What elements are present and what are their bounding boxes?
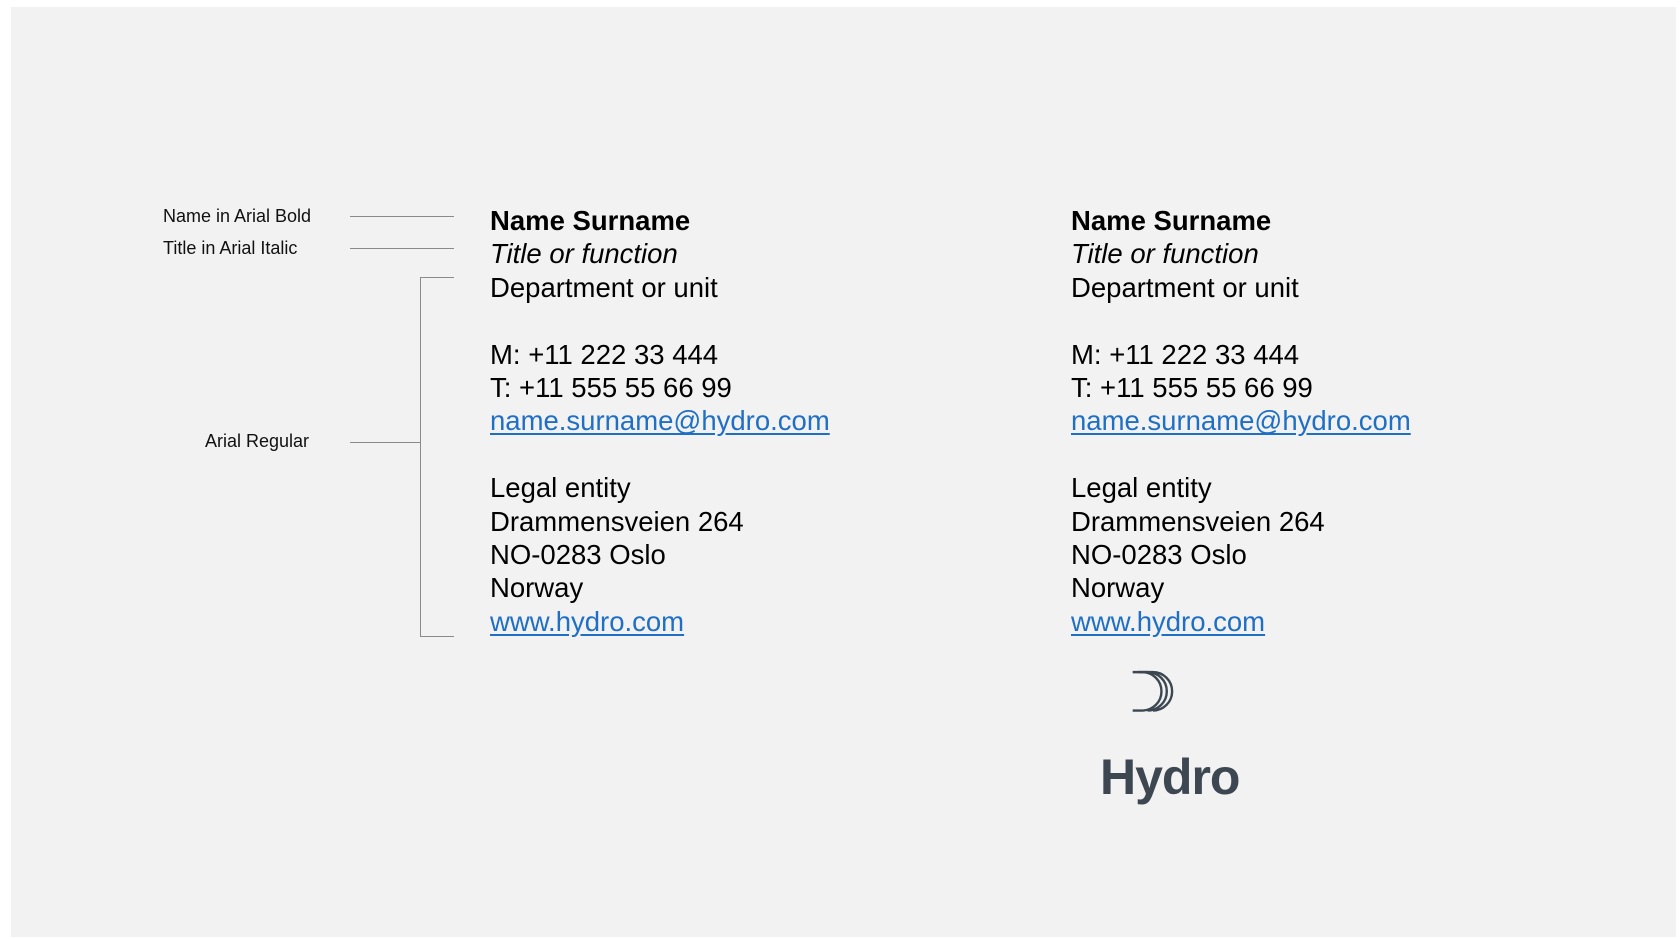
signature-example-left: Name Surname Title or function Departmen… [490,204,830,638]
signature-legal-entity: Legal entity [490,472,631,504]
signature-website-link[interactable]: www.hydro.com [490,606,684,637]
signature-phone: T: +11 555 55 66 99 [1071,371,1313,403]
signature-email-link[interactable]: name.surname@hydro.com [1071,405,1411,436]
annotation-body-style: Arial Regular [205,431,310,451]
signature-name: Name Surname [490,205,691,236]
signature-department: Department or unit [1071,271,1299,303]
leader-line-body [350,442,420,443]
annotation-title-style: Title in Arial Italic [163,238,298,258]
signature-legal-entity: Legal entity [1071,472,1212,504]
signature-city: NO-0283 Oslo [490,538,666,570]
signature-email-link[interactable]: name.surname@hydro.com [490,405,830,436]
signature-example-right: Name Surname Title or function Departmen… [1071,204,1411,638]
slide-background [11,7,1676,937]
leader-line-name [350,216,454,217]
signature-mobile: M: +11 222 33 444 [1071,338,1300,370]
signature-street: Drammensveien 264 [1071,505,1325,537]
hydro-wordmark: Hydro [1100,749,1240,805]
signature-name: Name Surname [1071,205,1272,236]
signature-website-link[interactable]: www.hydro.com [1071,606,1265,637]
signature-department: Department or unit [490,271,718,303]
signature-city: NO-0283 Oslo [1071,538,1247,570]
signature-title: Title or function [490,238,678,270]
signature-title: Title or function [1071,238,1259,270]
signature-street: Drammensveien 264 [490,505,744,537]
body-bracket [420,277,454,637]
hydro-arcs-icon [1132,670,1174,712]
annotation-name-style: Name in Arial Bold [163,206,312,226]
leader-line-title [350,248,454,249]
signature-phone: T: +11 555 55 66 99 [490,371,732,403]
signature-mobile: M: +11 222 33 444 [490,338,719,370]
signature-country: Norway [1071,572,1165,604]
signature-country: Norway [490,572,584,604]
